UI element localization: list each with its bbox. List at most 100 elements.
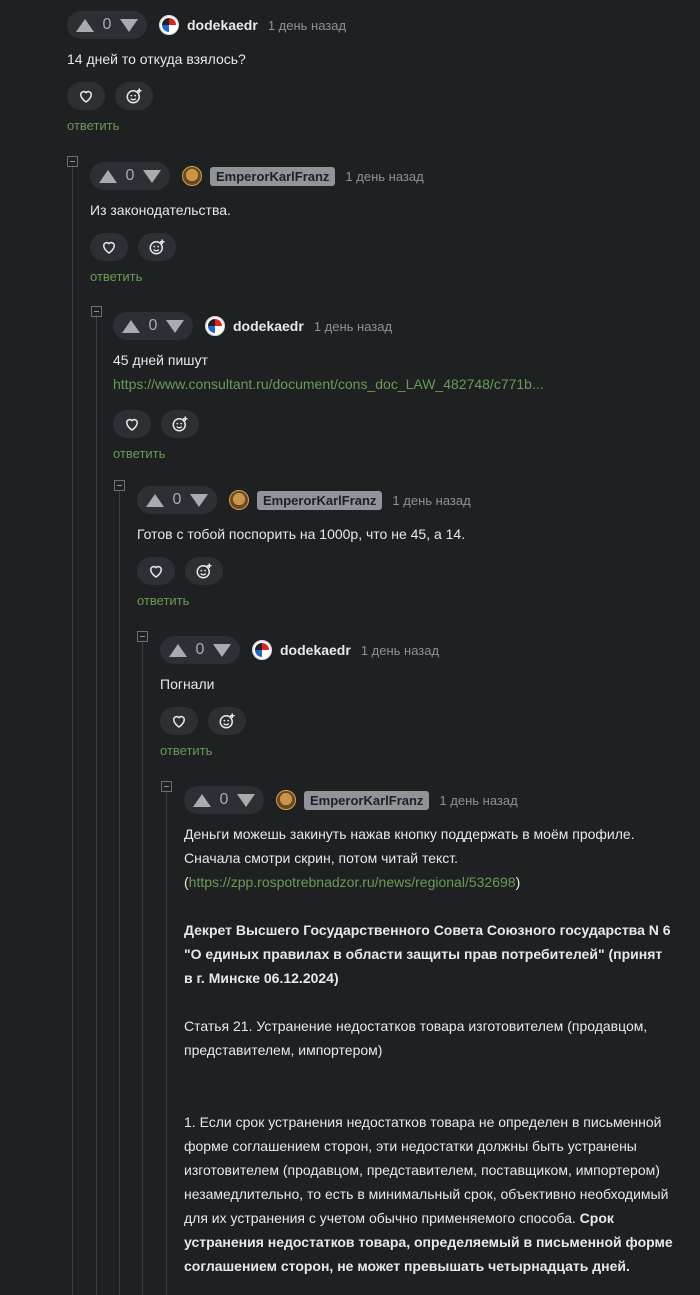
like-button[interactable] [90, 233, 128, 261]
like-button[interactable] [137, 557, 175, 585]
arrow-up-icon[interactable] [76, 18, 94, 32]
smiley-plus-icon [126, 88, 142, 104]
arrow-up-icon[interactable] [193, 793, 211, 807]
arrow-down-icon[interactable] [213, 643, 231, 657]
heart-icon [102, 241, 116, 254]
thread-line [72, 165, 73, 1295]
reply-link[interactable]: ответить [90, 269, 690, 284]
username[interactable]: dodekaedr [187, 17, 258, 33]
comment-header: 0 EmperorKarlFranz 1 день назад [137, 486, 693, 514]
score: 0 [172, 491, 182, 508]
arrow-down-icon[interactable] [190, 493, 208, 507]
collapse-toggle[interactable] [137, 631, 148, 642]
collapse-toggle[interactable] [91, 306, 102, 317]
avatar[interactable] [159, 15, 179, 35]
username[interactable]: EmperorKarlFranz [304, 790, 430, 810]
timestamp[interactable]: 1 день назад [361, 643, 439, 658]
collapse-toggle[interactable] [114, 480, 125, 491]
comment-actions [113, 410, 693, 438]
article-title: Статья 21. Устранение недостатков товара… [184, 1018, 648, 1058]
smiley-plus-icon [149, 239, 165, 255]
like-button[interactable] [160, 707, 198, 735]
react-button[interactable] [185, 557, 223, 585]
heart-icon [149, 565, 163, 578]
comment-header: 0 dodekaedr 1 день назад [113, 312, 693, 340]
comment-header: 0 dodekaedr 1 день назад [67, 11, 687, 39]
reply-link[interactable]: ответить [113, 446, 693, 461]
score: 0 [148, 317, 158, 334]
heart-icon [172, 715, 186, 728]
thread-line [96, 315, 97, 1295]
react-button[interactable] [138, 233, 176, 261]
comment-thread: 0 dodekaedr 1 день назад 14 дней то отку… [0, 0, 700, 1295]
arrow-down-icon[interactable] [120, 18, 138, 32]
avatar[interactable] [182, 166, 202, 186]
comment-actions [67, 82, 687, 110]
timestamp[interactable]: 1 день назад [392, 493, 470, 508]
comment-header: 0 EmperorKarlFranz 1 день назад [90, 162, 690, 190]
external-link[interactable]: https://zpp.rospotrebnadzor.ru/news/regi… [189, 874, 516, 890]
vote-control: 0 [67, 11, 147, 39]
avatar[interactable] [205, 316, 225, 336]
smiley-plus-icon [219, 713, 235, 729]
comment-header: 0 EmperorKarlFranz 1 день назад [184, 786, 674, 814]
like-button[interactable] [113, 410, 151, 438]
react-button[interactable] [161, 410, 199, 438]
avatar[interactable] [276, 790, 296, 810]
arrow-up-icon[interactable] [99, 169, 117, 183]
score: 0 [195, 641, 205, 658]
reply-link[interactable]: ответить [137, 593, 693, 608]
arrow-up-icon[interactable] [122, 319, 140, 333]
vote-control: 0 [90, 162, 170, 190]
avatar[interactable] [229, 490, 249, 510]
arrow-up-icon[interactable] [146, 493, 164, 507]
vote-control: 0 [160, 636, 240, 664]
source-line: (https://zpp.rospotrebnadzor.ru/news/reg… [184, 874, 521, 890]
username[interactable]: EmperorKarlFranz [210, 166, 336, 186]
score: 0 [219, 791, 229, 808]
score: 0 [125, 167, 135, 184]
username[interactable]: dodekaedr [280, 642, 351, 658]
vote-control: 0 [184, 786, 264, 814]
comment-text: Погнали [160, 676, 215, 692]
like-button[interactable] [67, 82, 105, 110]
reply-link[interactable]: ответить [160, 743, 690, 758]
decree-title: Декрет Высшего Государственного Совета С… [184, 922, 671, 986]
paragraph: 1. Если срок устранения недостатков това… [184, 1114, 673, 1274]
comment-actions [137, 557, 693, 585]
username[interactable]: EmperorKarlFranz [257, 490, 383, 510]
comment-body: Деньги можешь закинуть нажав кнопку подд… [184, 822, 674, 1278]
timestamp[interactable]: 1 день назад [268, 18, 346, 33]
smiley-plus-icon [172, 416, 188, 432]
score: 0 [102, 16, 112, 33]
arrow-down-icon[interactable] [143, 169, 161, 183]
react-button[interactable] [115, 82, 153, 110]
thread-line [142, 640, 143, 1295]
collapse-toggle[interactable] [161, 781, 172, 792]
reply-link[interactable]: ответить [67, 118, 687, 133]
comment: 0 dodekaedr 1 день назад 45 дней пишут h… [113, 312, 693, 461]
heart-icon [125, 418, 139, 431]
timestamp[interactable]: 1 день назад [345, 169, 423, 184]
thread-line [119, 490, 120, 1295]
comment: 0 dodekaedr 1 день назад 14 дней то отку… [67, 11, 687, 133]
comment-line: Деньги можешь закинуть нажав кнопку подд… [184, 826, 635, 842]
comment-line: Сначала смотри скрин, потом читай текст. [184, 850, 459, 866]
comment-text: Из законодательства. [90, 202, 231, 218]
thread-line [166, 790, 167, 1295]
external-link[interactable]: https://www.consultant.ru/document/cons_… [113, 376, 544, 392]
comment-text: 45 дней пишут [113, 352, 208, 368]
arrow-down-icon[interactable] [237, 793, 255, 807]
username[interactable]: dodekaedr [233, 318, 304, 334]
react-button[interactable] [208, 707, 246, 735]
comment-text: 14 дней то откуда взялось? [67, 51, 246, 67]
timestamp[interactable]: 1 день назад [314, 319, 392, 334]
avatar[interactable] [252, 640, 272, 660]
vote-control: 0 [137, 486, 217, 514]
timestamp[interactable]: 1 день назад [439, 793, 517, 808]
collapse-toggle[interactable] [67, 156, 78, 167]
arrow-down-icon[interactable] [166, 319, 184, 333]
comment-actions [90, 233, 690, 261]
comment: 0 EmperorKarlFranz 1 день назад Готов с … [137, 486, 693, 608]
arrow-up-icon[interactable] [169, 643, 187, 657]
